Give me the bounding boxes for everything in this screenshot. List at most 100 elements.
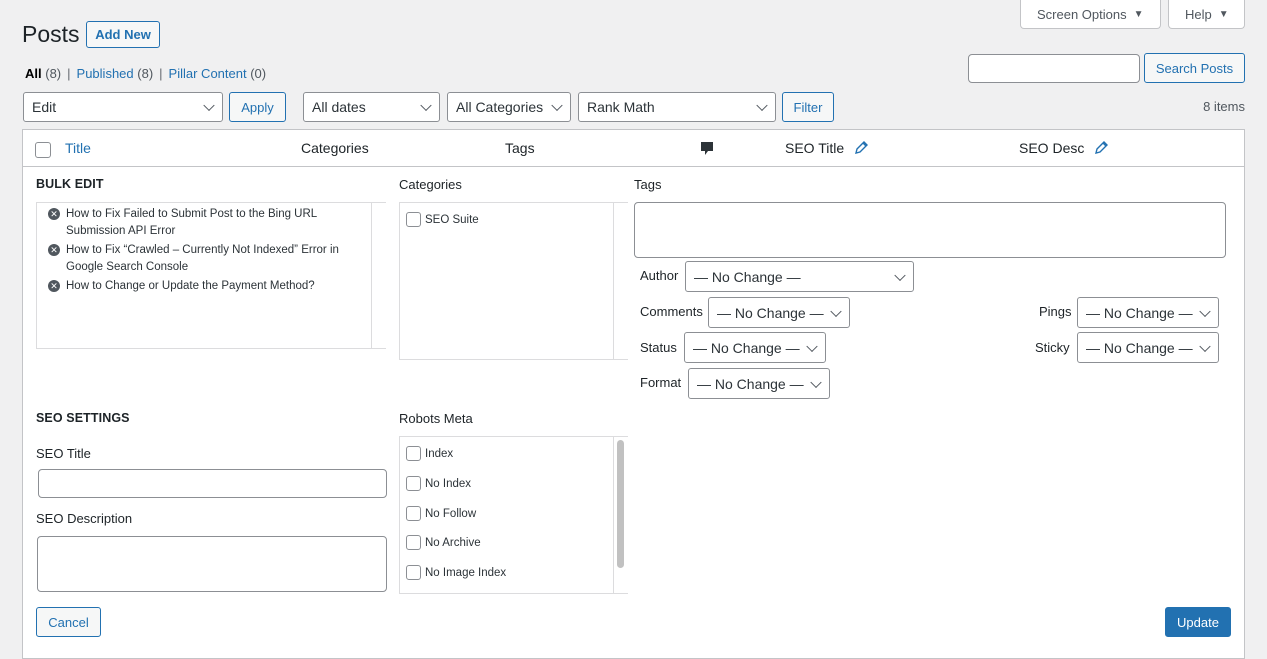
column-seo-title: SEO Title	[785, 140, 869, 158]
page-title: Posts	[22, 21, 80, 47]
sticky-select[interactable]: — No Change —	[1077, 332, 1219, 363]
remove-post-icon[interactable]: ✕	[48, 244, 60, 256]
robots-option-label: Index	[425, 447, 454, 460]
screen-options-button[interactable]: Screen Options ▼	[1020, 0, 1161, 29]
robots-checkbox[interactable]	[406, 565, 421, 580]
robots-meta-checklist: Index No Index No Follow No Archive No I…	[399, 436, 628, 594]
pings-select[interactable]: — No Change —	[1077, 297, 1219, 328]
pings-value: — No Change —	[1086, 304, 1193, 321]
column-seo-desc: SEO Desc	[1019, 140, 1109, 158]
seo-description-label: SEO Description	[36, 511, 133, 526]
robots-option-label: No Follow	[425, 507, 477, 520]
select-all-checkbox[interactable]	[35, 142, 51, 158]
chevron-down-icon	[830, 305, 842, 317]
robots-checkbox[interactable]	[406, 506, 421, 521]
filter-button[interactable]: Filter	[782, 92, 834, 122]
robots-checkbox[interactable]	[406, 446, 421, 461]
column-categories: Categories	[301, 140, 369, 156]
screen-options-label: Screen Options	[1037, 6, 1127, 22]
chevron-down-icon	[203, 99, 215, 112]
comments-column-icon	[700, 141, 714, 160]
posts-table: Title Categories Tags SEO Title SEO Desc…	[22, 129, 1245, 659]
chevron-down-icon	[1199, 305, 1211, 317]
robots-option-label: No Image Index	[425, 566, 507, 579]
bulk-edit-post-list: ✕ How to Fix Failed to Submit Post to th…	[36, 202, 386, 349]
search-posts-button[interactable]: Search Posts	[1144, 53, 1245, 83]
scrollbar[interactable]	[371, 203, 386, 348]
comments-select[interactable]: — No Change —	[708, 297, 850, 328]
seo-title-input[interactable]	[38, 469, 387, 498]
status-select[interactable]: — No Change —	[684, 332, 826, 363]
scrollbar[interactable]	[613, 437, 628, 593]
view-pillar-content[interactable]: Pillar Content (0)	[169, 66, 267, 81]
pings-label: Pings	[1039, 304, 1072, 319]
column-tags: Tags	[505, 140, 535, 156]
author-select[interactable]: — No Change —	[685, 261, 914, 292]
sticky-value: — No Change —	[1086, 339, 1193, 356]
dates-value: All dates	[312, 99, 366, 115]
robots-option-label: No Index	[425, 477, 472, 490]
categories-select[interactable]: All Categories	[447, 92, 571, 122]
items-count: 8 items	[1203, 99, 1245, 114]
seo-title-label: SEO Title	[36, 446, 91, 461]
dates-select[interactable]: All dates	[303, 92, 440, 122]
author-label: Author	[640, 268, 679, 283]
robots-checkbox[interactable]	[406, 535, 421, 550]
sticky-label: Sticky	[1035, 340, 1070, 355]
comments-label: Comments	[640, 304, 703, 319]
seo-description-textarea[interactable]	[37, 536, 387, 592]
scrollbar-thumb[interactable]	[617, 440, 624, 568]
category-label: SEO Suite	[425, 213, 479, 226]
robots-checkbox[interactable]	[406, 476, 421, 491]
caret-down-icon: ▼	[1133, 8, 1144, 20]
scrollbar[interactable]	[613, 203, 628, 359]
robots-option-label: No Archive	[425, 536, 481, 549]
view-all[interactable]: All (8)	[25, 66, 61, 81]
add-new-button[interactable]: Add New	[86, 21, 160, 48]
chevron-down-icon	[420, 99, 432, 112]
pencil-icon[interactable]	[854, 141, 869, 158]
category-checkbox[interactable]	[406, 212, 421, 227]
robots-item-noimageindex[interactable]: No Image Index	[406, 565, 506, 580]
bulk-post-title: How to Fix Failed to Submit Post to the …	[66, 208, 317, 237]
remove-post-icon[interactable]: ✕	[48, 280, 60, 292]
remove-post-icon[interactable]: ✕	[48, 208, 60, 220]
status-label: Status	[640, 340, 677, 355]
pencil-icon[interactable]	[1094, 141, 1109, 158]
tags-label: Tags	[634, 177, 662, 192]
chevron-down-icon	[810, 376, 822, 388]
author-value: — No Change —	[694, 268, 801, 285]
seo-filter-value: Rank Math	[587, 99, 655, 115]
table-header: Title Categories Tags SEO Title SEO Desc	[23, 130, 1244, 167]
format-label: Format	[640, 375, 682, 390]
robots-item-noindex[interactable]: No Index	[406, 476, 471, 491]
category-item[interactable]: SEO Suite	[406, 212, 479, 227]
robots-item-index[interactable]: Index	[406, 446, 453, 461]
categories-value: All Categories	[456, 99, 544, 115]
tags-textarea[interactable]	[634, 202, 1226, 258]
caret-down-icon: ▼	[1218, 8, 1229, 20]
apply-button[interactable]: Apply	[229, 92, 286, 122]
categories-checklist: SEO Suite	[399, 202, 628, 360]
status-value: — No Change —	[693, 339, 800, 356]
cancel-button[interactable]: Cancel	[36, 607, 101, 637]
robots-item-noarchive[interactable]: No Archive	[406, 535, 481, 550]
bulk-edit-heading: BULK EDIT	[36, 177, 104, 191]
update-button[interactable]: Update	[1165, 607, 1231, 637]
view-published[interactable]: Published (8)	[77, 66, 154, 81]
format-value: — No Change —	[697, 375, 804, 392]
seo-settings-heading: SEO SETTINGS	[36, 411, 130, 425]
format-select[interactable]: — No Change —	[688, 368, 830, 399]
bulk-post-title: How to Change or Update the Payment Meth…	[66, 280, 315, 292]
robots-item-nofollow[interactable]: No Follow	[406, 506, 476, 521]
chevron-down-icon	[551, 99, 563, 112]
seo-filter-select[interactable]: Rank Math	[578, 92, 776, 122]
column-title[interactable]: Title	[65, 140, 91, 156]
robots-meta-label: Robots Meta	[399, 411, 473, 426]
post-status-views: All (8) | Published (8) | Pillar Content…	[25, 66, 267, 81]
bulk-post-title: How to Fix “Crawled – Currently Not Inde…	[66, 244, 339, 273]
seo-desc-header-label: SEO Desc	[1019, 140, 1085, 156]
search-input[interactable]	[968, 54, 1140, 83]
bulk-action-select[interactable]: Edit	[23, 92, 223, 122]
help-button[interactable]: Help ▼	[1168, 0, 1245, 29]
